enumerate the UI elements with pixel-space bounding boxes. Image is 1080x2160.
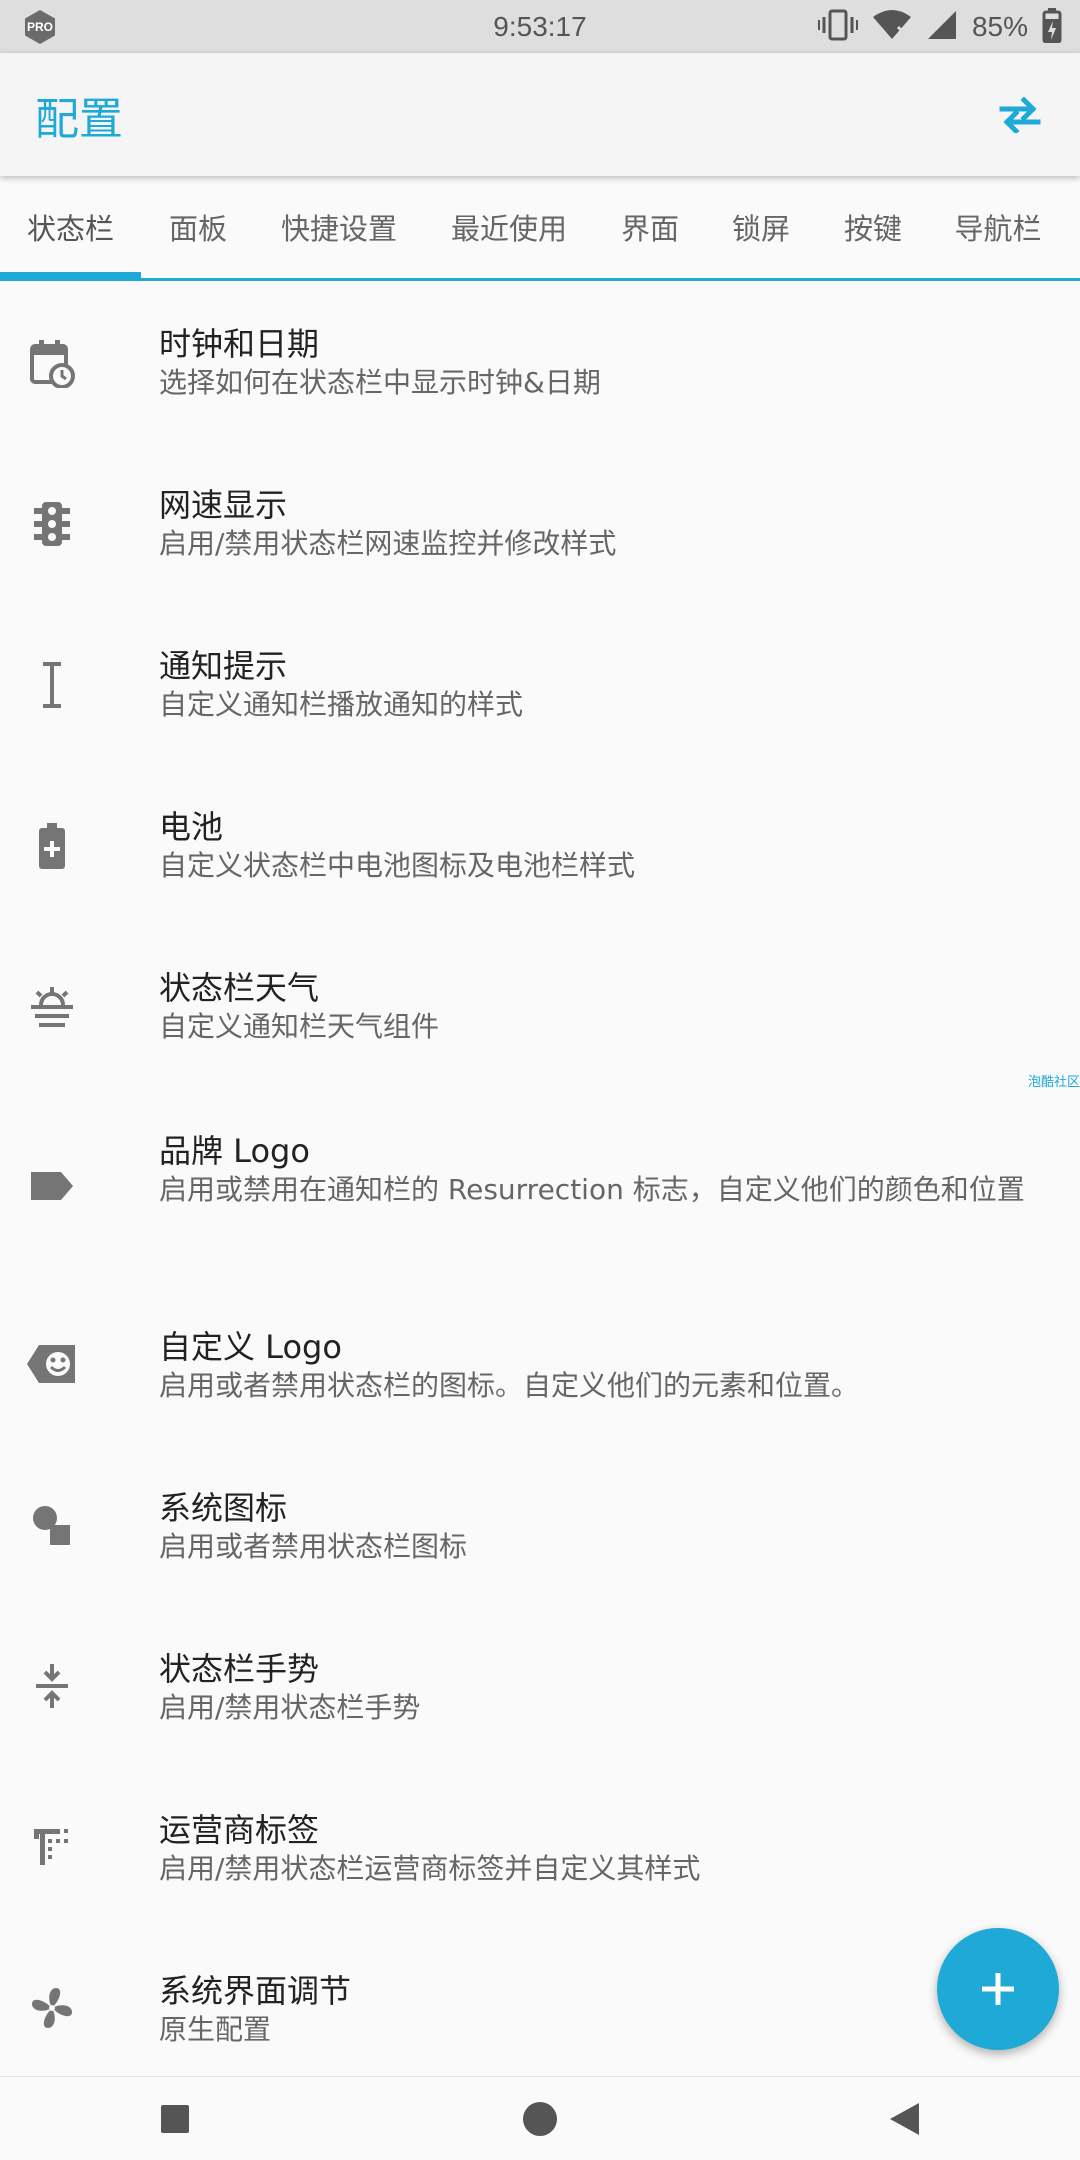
plus-icon	[982, 1973, 1014, 2005]
fan-icon	[24, 1980, 80, 2036]
label-icon	[24, 1158, 80, 1214]
list-item-notification-ticker[interactable]: 通知提示 自定义通知栏播放通知的样式	[0, 603, 1080, 764]
tab-panel[interactable]: 面板	[141, 176, 255, 278]
list-item-clock-date[interactable]: 时钟和日期 选择如何在状态栏中显示时钟&日期	[0, 281, 1080, 442]
status-icons: 85%	[817, 0, 1062, 53]
item-title: 状态栏手势	[159, 1650, 320, 1688]
tab-buttons[interactable]: 按键	[817, 176, 929, 278]
signal-icon	[926, 9, 958, 45]
list-item-custom-logo[interactable]: 自定义 Logo 启用或者禁用状态栏的图标。自定义他们的元素和位置。	[0, 1284, 1080, 1445]
text-cursor-icon	[24, 657, 80, 713]
recents-button[interactable]	[151, 2095, 199, 2143]
shapes-icon	[24, 1497, 80, 1553]
app-bar: 配置	[0, 53, 1080, 176]
traffic-light-icon	[24, 496, 80, 552]
battery-charging-icon	[1042, 7, 1062, 47]
wifi-icon	[872, 9, 912, 45]
swap-button[interactable]	[988, 83, 1052, 147]
item-subtitle: 自定义通知栏天气组件	[159, 1010, 440, 1043]
battery-percentage: 85%	[971, 10, 1028, 42]
weather-haze-icon	[24, 979, 80, 1035]
item-title: 通知提示	[159, 647, 288, 685]
swap-icon	[999, 97, 1041, 133]
item-subtitle: 原生配置	[159, 2013, 272, 2046]
back-triangle-icon	[890, 2103, 919, 2135]
list-item-system-icons[interactable]: 系统图标 启用或者禁用状态栏图标	[0, 1445, 1080, 1606]
tab-recents[interactable]: 最近使用	[423, 176, 595, 278]
tab-indicator	[0, 272, 141, 281]
battery-plus-icon	[24, 818, 80, 874]
item-subtitle: 选择如何在状态栏中显示时钟&日期	[159, 366, 601, 399]
home-circle-icon	[523, 2102, 557, 2136]
item-title: 品牌 Logo	[159, 1132, 310, 1170]
list-item-battery[interactable]: 电池 自定义状态栏中电池图标及电池栏样式	[0, 764, 1080, 925]
item-title: 状态栏天气	[159, 969, 320, 1007]
status-bar: PRO 9:53:17 85%	[0, 0, 1080, 53]
item-title: 自定义 Logo	[159, 1328, 342, 1366]
tab-interface[interactable]: 界面	[595, 176, 705, 278]
item-subtitle: 启用或者禁用状态栏的图标。自定义他们的元素和位置。	[159, 1369, 860, 1402]
list-item-brand-logo[interactable]: 品牌 Logo 启用或禁用在通知栏的 Resurrection 标志，自定义他们…	[0, 1086, 1080, 1284]
add-fab-button[interactable]	[937, 1928, 1059, 2050]
item-title: 网速显示	[159, 486, 288, 524]
tab-navbar[interactable]: 导航栏	[929, 176, 1067, 278]
home-button[interactable]	[516, 2095, 564, 2143]
list-item-gestures[interactable]: 状态栏手势 启用/禁用状态栏手势	[0, 1606, 1080, 1767]
item-title: 时钟和日期	[159, 325, 320, 363]
vertical-gesture-icon	[24, 1658, 80, 1714]
page-title: 配置	[35, 93, 123, 145]
smiley-tag-icon	[24, 1336, 80, 1392]
item-subtitle: 启用/禁用状态栏运营商标签并自定义其样式	[159, 1852, 701, 1885]
list-item-network-speed[interactable]: 网速显示 启用/禁用状态栏网速监控并修改样式	[0, 442, 1080, 603]
vibrate-icon	[817, 8, 858, 46]
settings-list: 时钟和日期 选择如何在状态栏中显示时钟&日期 网速显示 启用/禁用状态栏网速监控…	[0, 281, 1080, 2089]
tab-bar: 状态栏 面板 快捷设置 最近使用 界面 锁屏 按键 导航栏	[0, 176, 1080, 281]
item-title: 系统界面调节	[159, 1972, 352, 2010]
tab-statusbar[interactable]: 状态栏	[0, 176, 141, 281]
list-item-weather[interactable]: 状态栏天气 自定义通知栏天气组件	[0, 925, 1080, 1086]
item-title: 运营商标签	[159, 1811, 320, 1849]
item-subtitle: 自定义状态栏中电池图标及电池栏样式	[159, 849, 636, 882]
item-title: 电池	[159, 808, 224, 846]
tab-quick-settings[interactable]: 快捷设置	[255, 176, 423, 278]
list-item-carrier-label[interactable]: 运营商标签 启用/禁用状态栏运营商标签并自定义其样式	[0, 1767, 1080, 1928]
recents-square-icon	[161, 2105, 189, 2133]
watermark: 泡酷社区	[1027, 1075, 1080, 1090]
item-title: 系统图标	[159, 1489, 288, 1527]
item-subtitle: 启用或者禁用状态栏图标	[159, 1530, 468, 1563]
item-subtitle: 启用或禁用在通知栏的 Resurrection 标志，自定义他们的颜色和位置	[159, 1173, 1025, 1206]
calendar-clock-icon	[24, 335, 80, 391]
item-subtitle: 启用/禁用状态栏手势	[159, 1691, 421, 1724]
text-label-icon	[24, 1819, 80, 1875]
back-button[interactable]	[880, 2095, 928, 2143]
item-subtitle: 自定义通知栏播放通知的样式	[159, 688, 524, 721]
item-subtitle: 启用/禁用状态栏网速监控并修改样式	[159, 527, 617, 560]
tab-lockscreen[interactable]: 锁屏	[705, 176, 817, 278]
list-item-system-ui-tuner[interactable]: 系统界面调节 原生配置	[0, 1928, 1080, 2089]
navigation-bar	[0, 2076, 1080, 2160]
